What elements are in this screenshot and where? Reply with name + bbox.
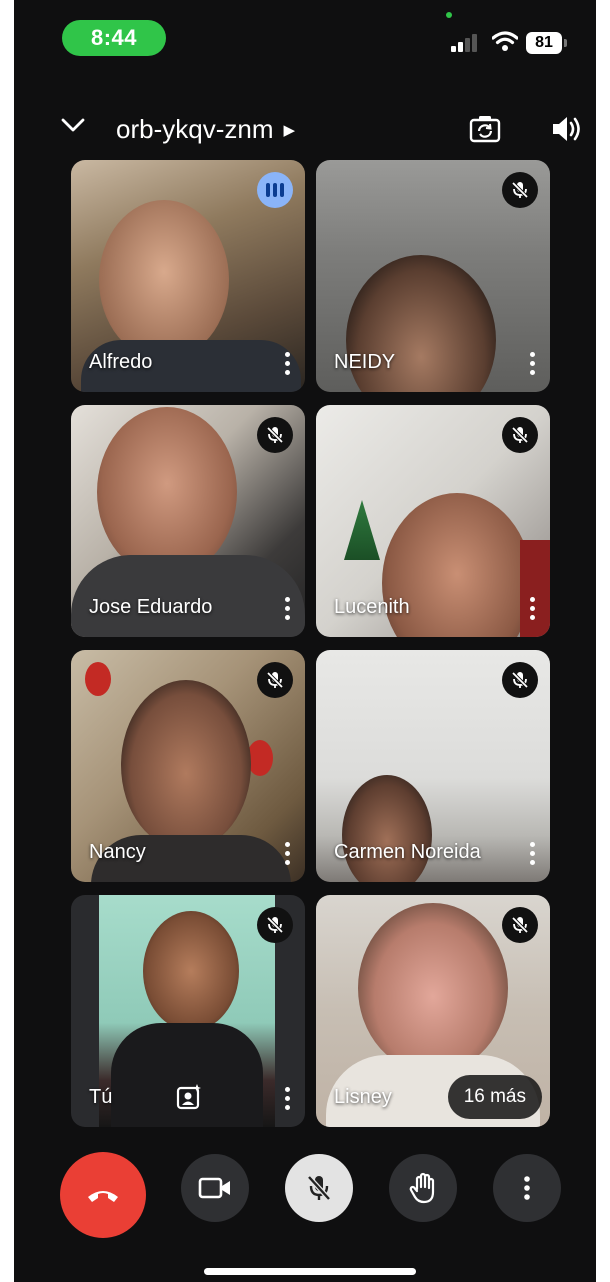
video-feed-shirt (111, 1023, 263, 1127)
chevron-down-icon[interactable] (60, 116, 86, 134)
battery-icon (564, 39, 567, 47)
more-vert-icon[interactable] (520, 836, 544, 870)
more-vert-icon[interactable] (520, 346, 544, 380)
video-feed (97, 407, 237, 577)
framing-effects-icon[interactable] (175, 1083, 203, 1111)
battery-level: 81 (526, 32, 562, 54)
video-feed-lantern (85, 662, 111, 696)
more-vert-icon (524, 1176, 530, 1200)
participant-name: Jose Eduardo (89, 596, 213, 618)
flip-camera-icon[interactable] (468, 112, 502, 146)
more-options-button[interactable] (493, 1154, 561, 1222)
mic-off-icon (502, 907, 538, 943)
participant-name: Tú (89, 1086, 113, 1108)
more-vert-icon[interactable] (275, 591, 299, 625)
video-feed (121, 680, 251, 850)
raise-hand-button[interactable] (389, 1154, 457, 1222)
privacy-indicator (446, 12, 452, 18)
home-indicator[interactable] (204, 1268, 416, 1275)
participant-tile-lucenith[interactable]: Lucenith (316, 405, 550, 637)
mic-off-icon (502, 172, 538, 208)
video-feed (342, 775, 432, 882)
video-feed-tree (344, 500, 380, 560)
meeting-code: orb-ykqv-znm (116, 114, 274, 144)
participant-tile-self[interactable]: Tú (71, 895, 305, 1127)
more-vert-icon[interactable] (275, 1081, 299, 1115)
more-vert-icon[interactable] (275, 836, 299, 870)
participant-tile-jose-eduardo[interactable]: Jose Eduardo (71, 405, 305, 637)
mic-off-icon (502, 417, 538, 453)
meeting-code-button[interactable]: orb-ykqv-znm ▶ (116, 114, 295, 145)
hand-icon (409, 1172, 435, 1204)
phone-hangup-icon (88, 1191, 118, 1202)
video-feed (358, 903, 508, 1073)
cellular-signal-icon (451, 34, 479, 52)
participant-tile-neidy[interactable]: NEIDY (316, 160, 550, 392)
participant-name: Lisney (334, 1086, 392, 1108)
speaking-indicator-icon (257, 172, 293, 208)
mic-off-icon (307, 1175, 331, 1201)
participant-name: Lucenith (334, 596, 410, 618)
meet-screen: 8:44 81 orb-ykqv-znm ▶ Alfredo NEIDY Jos… (14, 0, 596, 1282)
speaker-icon[interactable] (550, 112, 582, 146)
mic-off-icon (257, 417, 293, 453)
video-feed-lantern (247, 740, 273, 776)
mic-off-icon (257, 662, 293, 698)
chevron-right-icon: ▶ (283, 121, 296, 139)
participant-tile-lisney[interactable]: Lisney 16 más (316, 895, 550, 1127)
video-camera-icon (198, 1177, 230, 1199)
participant-tile-alfredo[interactable]: Alfredo (71, 160, 305, 392)
participant-name: NEIDY (334, 351, 396, 373)
camera-toggle-button[interactable] (181, 1154, 249, 1222)
participant-name: Alfredo (89, 351, 153, 373)
participant-tile-nancy[interactable]: Nancy (71, 650, 305, 882)
end-call-button[interactable] (60, 1152, 146, 1238)
microphone-toggle-button[interactable] (285, 1154, 353, 1222)
status-time: 8:44 (62, 20, 166, 56)
participant-name: Carmen Noreida (334, 841, 481, 863)
more-vert-icon[interactable] (520, 591, 544, 625)
more-vert-icon[interactable] (275, 346, 299, 380)
participant-name: Nancy (89, 841, 146, 863)
mic-off-icon (502, 662, 538, 698)
video-feed (99, 200, 229, 360)
participant-tile-carmen-noreida[interactable]: Carmen Noreida (316, 650, 550, 882)
mic-off-icon (257, 907, 293, 943)
video-feed (143, 911, 239, 1031)
wifi-icon (492, 31, 518, 51)
more-participants-button[interactable]: 16 más (447, 1075, 542, 1119)
